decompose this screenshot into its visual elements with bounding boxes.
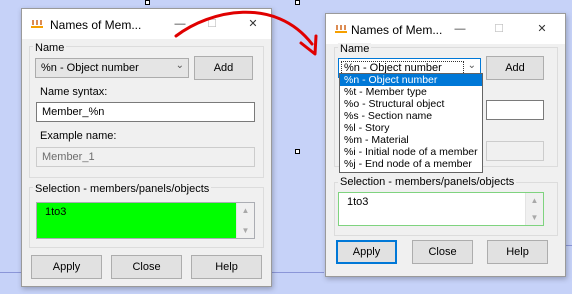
selection-handle[interactable] bbox=[295, 149, 300, 154]
dropdown-option[interactable]: %s - Section name bbox=[340, 110, 482, 122]
names-dialog-right: Names of Mem... — ☐ ✕ Name %n - Object n… bbox=[325, 13, 566, 277]
syntax-input[interactable] bbox=[486, 100, 544, 120]
maximize-button[interactable]: ☐ bbox=[489, 20, 509, 38]
combo-value: %n - Object number bbox=[41, 62, 139, 74]
syntax-label: Name syntax: bbox=[40, 86, 108, 98]
arrow-annotation bbox=[174, 10, 318, 56]
help-button[interactable]: Help bbox=[191, 255, 262, 279]
selection-value: 1to3 bbox=[347, 196, 369, 208]
close-icon[interactable]: ✕ bbox=[532, 20, 552, 38]
selection-label: Selection - members/panels/objects bbox=[33, 183, 212, 195]
dropdown-option[interactable]: %t - Member type bbox=[340, 86, 482, 98]
dropdown-option[interactable]: %m - Material bbox=[340, 134, 482, 146]
title-bar[interactable]: Names of Mem... — ☐ ✕ bbox=[326, 14, 565, 44]
syntax-dropdown-list: %n - Object number %t - Member type %o -… bbox=[339, 73, 483, 173]
scroll-down-icon[interactable]: ▼ bbox=[237, 226, 254, 235]
scroll-up-icon[interactable]: ▲ bbox=[237, 206, 254, 215]
close-button[interactable]: Close bbox=[412, 240, 473, 264]
close-button[interactable]: Close bbox=[111, 255, 182, 279]
example-label: Example name: bbox=[40, 130, 117, 142]
scroll-down-icon[interactable]: ▼ bbox=[526, 213, 543, 222]
name-label: Name bbox=[33, 42, 67, 54]
window-title: Names of Mem... bbox=[351, 23, 443, 37]
minimize-button[interactable]: — bbox=[450, 20, 470, 38]
selection-label: Selection - members/panels/objects bbox=[338, 176, 517, 188]
add-button[interactable]: Add bbox=[486, 56, 544, 80]
example-field bbox=[486, 141, 544, 161]
apply-button[interactable]: Apply bbox=[31, 255, 102, 279]
dropdown-option[interactable]: %j - End node of a member bbox=[340, 158, 482, 170]
selection-handle[interactable] bbox=[145, 0, 150, 5]
scrollbar[interactable]: ▲ ▼ bbox=[525, 193, 543, 225]
selection-value: 1to3 bbox=[45, 206, 67, 218]
scrollbar[interactable]: ▲ ▼ bbox=[236, 203, 254, 238]
window-title: Names of Mem... bbox=[50, 18, 142, 32]
selection-textarea[interactable]: 1to3 ▲ ▼ bbox=[36, 202, 255, 239]
help-button[interactable]: Help bbox=[487, 240, 548, 264]
dropdown-option[interactable]: %n - Object number bbox=[340, 74, 482, 86]
dropdown-option[interactable]: %l - Story bbox=[340, 122, 482, 134]
dropdown-option[interactable]: %o - Structural object bbox=[340, 98, 482, 110]
syntax-input[interactable]: Member_%n bbox=[36, 102, 255, 122]
app-icon bbox=[333, 22, 349, 35]
selection-textarea[interactable]: 1to3 ▲ ▼ bbox=[338, 192, 544, 226]
syntax-combo[interactable]: %n - Object number ⌄ bbox=[35, 58, 189, 78]
chevron-down-icon: ⌄ bbox=[467, 60, 476, 71]
dropdown-option[interactable]: %i - Initial node of a member bbox=[340, 146, 482, 158]
scroll-up-icon[interactable]: ▲ bbox=[526, 196, 543, 205]
apply-button[interactable]: Apply bbox=[336, 240, 397, 264]
name-label: Name bbox=[338, 43, 372, 55]
example-field: Member_1 bbox=[36, 147, 255, 167]
app-icon bbox=[29, 17, 45, 30]
